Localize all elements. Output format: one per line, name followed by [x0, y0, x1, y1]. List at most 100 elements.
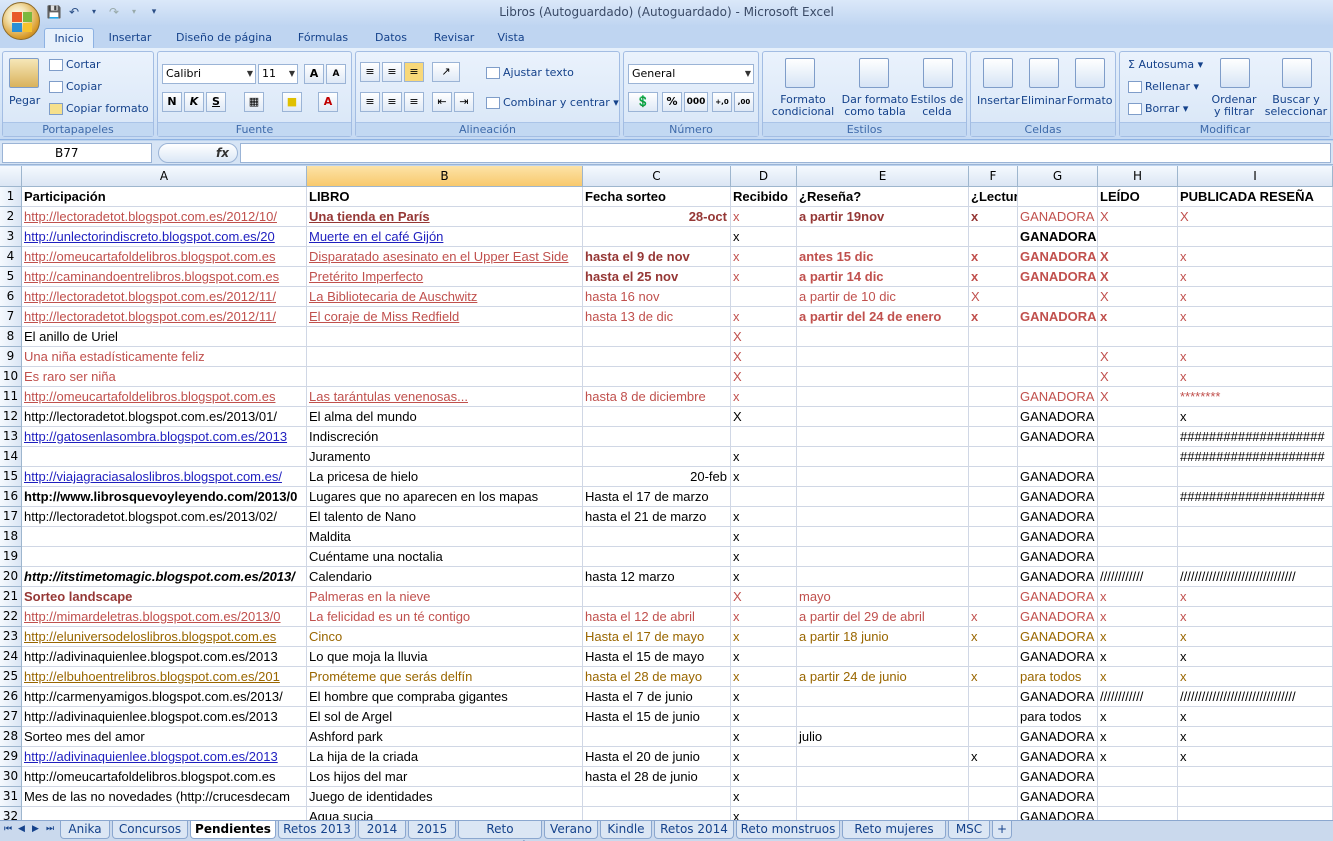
sheet-tab-reto-mensual[interactable]: Reto mensual: [458, 821, 542, 841]
sort-filter-icon[interactable]: [1220, 58, 1250, 88]
format-cells-button[interactable]: Formato: [1067, 94, 1113, 107]
cell-g30[interactable]: GANADORA: [1018, 767, 1098, 787]
cell-h11[interactable]: X: [1098, 387, 1178, 407]
sheet-tab-reto-monstruos[interactable]: Reto monstruos: [736, 821, 840, 839]
cell-d14[interactable]: x: [731, 447, 797, 467]
cell-a19[interactable]: [22, 547, 307, 567]
cell-c19[interactable]: [583, 547, 731, 567]
cell-d2[interactable]: x: [731, 207, 797, 227]
align-left-button[interactable]: ≡: [360, 92, 380, 112]
row-header[interactable]: 14: [0, 447, 22, 467]
cell-d6[interactable]: [731, 287, 797, 307]
cell-g24[interactable]: GANADORA: [1018, 647, 1098, 667]
cell-d21[interactable]: X: [731, 587, 797, 607]
cell-g5[interactable]: GANADORA: [1018, 267, 1098, 287]
cell-e23[interactable]: a partir 18 junio: [797, 627, 969, 647]
row-header[interactable]: 27: [0, 707, 22, 727]
cell-e29[interactable]: [797, 747, 969, 767]
cell-i30[interactable]: [1178, 767, 1333, 787]
name-box[interactable]: B77: [2, 143, 152, 163]
column-header-a[interactable]: A: [22, 166, 307, 187]
sheet-tab-2014[interactable]: 2014: [358, 821, 406, 839]
cell-d19[interactable]: x: [731, 547, 797, 567]
cell-i10[interactable]: x: [1178, 367, 1333, 387]
cell-h26[interactable]: ////////////: [1098, 687, 1178, 707]
shrink-font-button[interactable]: A: [326, 64, 346, 84]
row-header[interactable]: 29: [0, 747, 22, 767]
row-header[interactable]: 2: [0, 207, 22, 227]
cell-e7[interactable]: a partir del 24 de enero: [797, 307, 969, 327]
insert-sheet-icon[interactable]: +: [992, 821, 1012, 839]
cell-h1[interactable]: LEÍDO: [1098, 187, 1178, 207]
autosum-button[interactable]: Σ Autosuma ▾: [1128, 58, 1203, 71]
cell-c28[interactable]: [583, 727, 731, 747]
last-sheet-icon[interactable]: ⏭: [46, 824, 54, 834]
bold-button[interactable]: N: [162, 92, 182, 112]
cell-i6[interactable]: x: [1178, 287, 1333, 307]
cell-a11[interactable]: http://omeucartafoldelibros.blogspot.com…: [22, 387, 307, 407]
cell-c12[interactable]: [583, 407, 731, 427]
cell-f32[interactable]: [969, 807, 1018, 820]
cell-a21[interactable]: Sorteo landscape: [22, 587, 307, 607]
cell-d5[interactable]: x: [731, 267, 797, 287]
column-header-g[interactable]: G: [1018, 166, 1098, 187]
font-size-select[interactable]: 11 ▼: [258, 64, 298, 84]
cell-e32[interactable]: [797, 807, 969, 820]
cell-h15[interactable]: [1098, 467, 1178, 487]
delete-cells-button[interactable]: Eliminar: [1021, 94, 1066, 107]
sheet-tab-retos-2013[interactable]: Retos 2013: [278, 821, 356, 839]
cell-c2[interactable]: 28-oct: [583, 207, 731, 227]
increase-decimal-button[interactable]: +,0: [712, 92, 732, 112]
cell-g25[interactable]: para todos: [1018, 667, 1098, 687]
cell-b15[interactable]: La pricesa de hielo: [307, 467, 583, 487]
cell-e2[interactable]: a partir 19nov: [797, 207, 969, 227]
cell-b3[interactable]: Muerte en el café Gijón: [307, 227, 583, 247]
next-sheet-icon[interactable]: ▶: [32, 824, 39, 834]
row-header[interactable]: 9: [0, 347, 22, 367]
row-header[interactable]: 23: [0, 627, 22, 647]
cell-c17[interactable]: hasta el 21 de marzo: [583, 507, 731, 527]
align-center-button[interactable]: ≡: [382, 92, 402, 112]
paste-icon[interactable]: [9, 58, 39, 88]
cell-styles-icon[interactable]: [923, 58, 953, 88]
cell-g4[interactable]: GANADORA: [1018, 247, 1098, 267]
row-header[interactable]: 6: [0, 287, 22, 307]
cell-e22[interactable]: a partir del 29 de abril: [797, 607, 969, 627]
cell-a13[interactable]: http://gatosenlasombra.blogspot.com.es/2…: [22, 427, 307, 447]
cell-f1[interactable]: ¿Lectura conjunta?: [969, 187, 1018, 207]
cell-h19[interactable]: [1098, 547, 1178, 567]
cell-i5[interactable]: x: [1178, 267, 1333, 287]
cell-f19[interactable]: [969, 547, 1018, 567]
cell-a24[interactable]: http://adivinaquienlee.blogspot.com.es/2…: [22, 647, 307, 667]
increase-indent-button[interactable]: ⇥: [454, 92, 474, 112]
cell-c14[interactable]: [583, 447, 731, 467]
row-header[interactable]: 10: [0, 367, 22, 387]
cell-i24[interactable]: x: [1178, 647, 1333, 667]
cell-f26[interactable]: [969, 687, 1018, 707]
cell-a4[interactable]: http://omeucartafoldelibros.blogspot.com…: [22, 247, 307, 267]
row-header[interactable]: 30: [0, 767, 22, 787]
cell-e11[interactable]: [797, 387, 969, 407]
cell-c21[interactable]: [583, 587, 731, 607]
sheet-tab-kindle[interactable]: Kindle: [600, 821, 652, 839]
row-header[interactable]: 18: [0, 527, 22, 547]
cell-f7[interactable]: x: [969, 307, 1018, 327]
cell-c18[interactable]: [583, 527, 731, 547]
cell-a27[interactable]: http://adivinaquienlee.blogspot.com.es/2…: [22, 707, 307, 727]
cell-f14[interactable]: [969, 447, 1018, 467]
cell-d10[interactable]: X: [731, 367, 797, 387]
cell-b27[interactable]: El sol de Argel: [307, 707, 583, 727]
cell-a5[interactable]: http://caminandoentrelibros.blogspot.com…: [22, 267, 307, 287]
cell-d11[interactable]: x: [731, 387, 797, 407]
cell-b2[interactable]: Una tienda en París: [307, 207, 583, 227]
cell-i16[interactable]: ####################: [1178, 487, 1333, 507]
cell-f9[interactable]: [969, 347, 1018, 367]
cell-g12[interactable]: GANADORA: [1018, 407, 1098, 427]
cell-h28[interactable]: x: [1098, 727, 1178, 747]
cell-g10[interactable]: [1018, 367, 1098, 387]
cell-d31[interactable]: x: [731, 787, 797, 807]
cell-b6[interactable]: La Bibliotecaria de Auschwitz: [307, 287, 583, 307]
cell-c32[interactable]: [583, 807, 731, 820]
cell-g13[interactable]: GANADORA: [1018, 427, 1098, 447]
cell-a16[interactable]: http://www.librosquevoyleyendo.com/2013/…: [22, 487, 307, 507]
